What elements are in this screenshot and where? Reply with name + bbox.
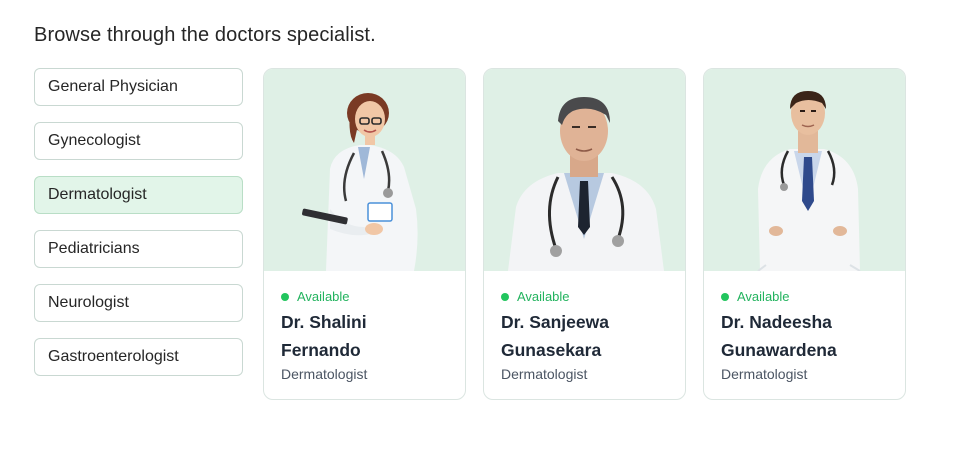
doctor-name: Dr. Sanjeewa Gunasekara — [501, 312, 609, 360]
filter-dermatologist[interactable]: Dermatologist — [34, 176, 243, 214]
filter-gastroenterologist[interactable]: Gastroenterologist — [34, 338, 243, 376]
doctor-name: Dr. Shalini Fernando — [281, 312, 367, 360]
filter-pediatricians[interactable]: Pediatricians — [34, 230, 243, 268]
status-label: Available — [737, 289, 790, 304]
doctor-specialty: Dermatologist — [281, 366, 368, 382]
doctor-name: Dr. Nadeesha Gunawardena — [721, 312, 837, 360]
filter-label: Gynecologist — [48, 132, 141, 149]
filter-gynecologist[interactable]: Gynecologist — [34, 122, 243, 160]
filter-neurologist[interactable]: Neurologist — [34, 284, 243, 322]
doctor-photo — [484, 69, 685, 271]
filter-label: Pediatricians — [48, 240, 140, 257]
filter-label: General Physician — [48, 78, 178, 95]
doctor-photo — [704, 69, 905, 271]
doctor-specialty: Dermatologist — [721, 366, 808, 382]
page-heading: Browse through the doctors specialist. — [34, 24, 376, 46]
availability-status: Available — [721, 289, 889, 304]
filter-label: Gastroenterologist — [48, 348, 179, 365]
status-dot-icon — [721, 292, 729, 301]
status-label: Available — [517, 289, 570, 304]
doctor-card[interactable]: Available Dr. Sanjeewa Gunasekara Dermat… — [483, 68, 686, 400]
filter-label: Neurologist — [48, 294, 129, 311]
doctor-photo — [264, 69, 465, 271]
doctor-card[interactable]: Available Dr. Nadeesha Gunawardena Derma… — [703, 68, 906, 400]
filter-general-physician[interactable]: General Physician — [34, 68, 243, 106]
availability-status: Available — [501, 289, 669, 304]
status-label: Available — [297, 289, 350, 304]
status-dot-icon — [501, 292, 509, 301]
filter-label: Dermatologist — [48, 186, 147, 203]
specialty-filter-list: General Physician Gynecologist Dermatolo… — [34, 68, 243, 392]
doctor-card-list: Available Dr. Shalini Fernando Dermatolo… — [263, 68, 906, 400]
status-dot-icon — [281, 292, 289, 301]
availability-status: Available — [281, 289, 449, 304]
doctor-specialty: Dermatologist — [501, 366, 588, 382]
doctor-card[interactable]: Available Dr. Shalini Fernando Dermatolo… — [263, 68, 466, 400]
